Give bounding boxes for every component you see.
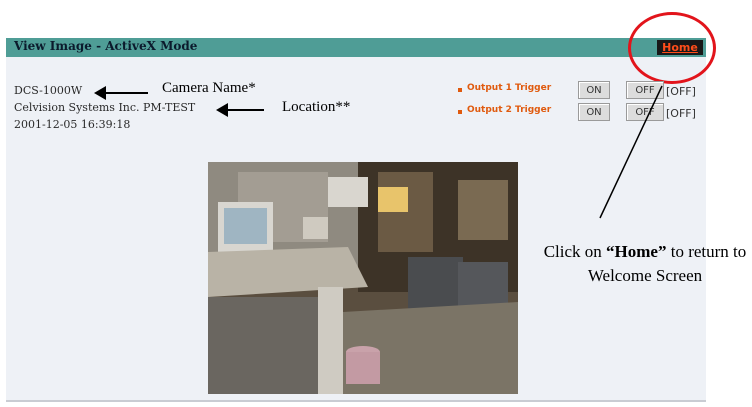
arrow-left-icon bbox=[94, 86, 148, 100]
camera-video-image bbox=[208, 162, 518, 394]
home-highlight-circle bbox=[628, 12, 716, 84]
output-2-label: Output 2 Trigger bbox=[467, 105, 552, 115]
camera-timestamp-text: 2001-12-05 16:39:18 bbox=[14, 118, 131, 131]
camera-name-annotation: Camera Name* bbox=[162, 80, 256, 96]
output-2-state: [OFF] bbox=[666, 107, 696, 120]
pointer-line bbox=[599, 85, 663, 219]
arrow-left-icon bbox=[216, 103, 264, 117]
bullet-icon bbox=[458, 88, 462, 92]
bullet-icon bbox=[458, 110, 462, 114]
output-1-state: [OFF] bbox=[666, 85, 696, 98]
output-1-label: Output 1 Trigger bbox=[467, 83, 552, 93]
page-title: View Image - ActiveX Mode bbox=[14, 39, 198, 53]
camera-location-text: Celvision Systems Inc. PM-TEST bbox=[14, 101, 196, 114]
camera-name-text: DCS-1000W bbox=[14, 84, 83, 97]
location-annotation: Location** bbox=[282, 99, 351, 115]
home-instruction-text: Click on “Home” to return to Welcome Scr… bbox=[543, 242, 747, 285]
